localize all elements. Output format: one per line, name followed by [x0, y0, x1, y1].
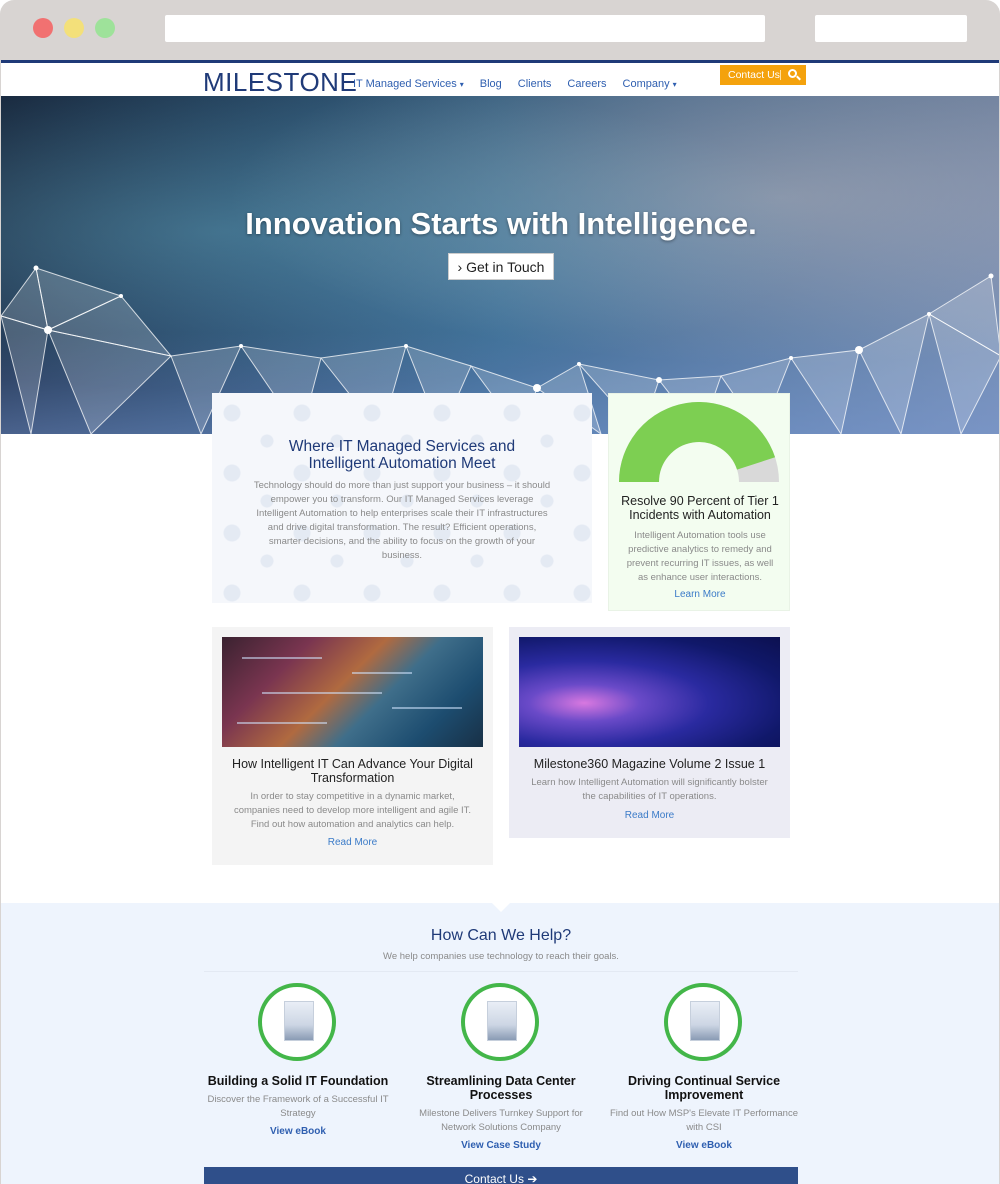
read-more-link[interactable]: Read More — [509, 810, 790, 821]
chevron-right-icon: › — [457, 259, 463, 275]
site-header: MILESTONE IT Managed Services ▾ Blog Clie… — [1, 63, 999, 98]
header-contact-button[interactable]: Contact Us — [720, 65, 806, 85]
resource-title[interactable]: Driving Continual Service Improvement — [604, 1074, 804, 1102]
address-bar[interactable] — [165, 15, 765, 42]
case-study-cover-icon — [461, 983, 539, 1061]
article-title[interactable]: Milestone360 Magazine Volume 2 Issue 1 — [519, 757, 780, 771]
view-ebook-link[interactable]: View eBook — [198, 1126, 398, 1137]
view-ebook-link[interactable]: View eBook — [604, 1140, 804, 1151]
resource-title[interactable]: Building a Solid IT Foundation — [198, 1074, 398, 1088]
article-body: In order to stay competitive in a dynami… — [233, 791, 472, 830]
learn-more-link[interactable]: Learn More — [609, 589, 791, 600]
stat-card-title: Resolve 90 Percent of Tier 1 Incidents w… — [621, 494, 779, 522]
search-icon[interactable] — [788, 69, 797, 78]
article-card[interactable]: How Intelligent IT Can Advance Your Digi… — [212, 627, 493, 865]
arrow-circle-right-icon: ➔ — [527, 1172, 538, 1184]
get-in-touch-button[interactable]: › Get in Touch — [448, 253, 554, 280]
footer-contact-button[interactable]: Contact Us ➔ — [204, 1167, 798, 1184]
resource-body: Discover the Framework of a Successful I… — [207, 1094, 389, 1119]
resource-title[interactable]: Streamlining Data Center Processes — [401, 1074, 601, 1102]
intro-heading: Where IT Managed Services and Intelligen… — [288, 438, 516, 472]
nav-careers[interactable]: Careers — [567, 78, 606, 90]
intro-block: Where IT Managed Services and Intelligen… — [212, 393, 592, 603]
maximize-window-button[interactable] — [95, 18, 115, 38]
section-notch — [491, 902, 511, 912]
article-image — [519, 637, 780, 747]
dropdown-caret-icon: ▾ — [459, 80, 464, 89]
percent-gauge — [619, 402, 779, 483]
divider — [780, 70, 781, 80]
minimize-window-button[interactable] — [64, 18, 84, 38]
dropdown-caret-icon: ▾ — [672, 80, 677, 89]
milestone-logo[interactable]: MILESTONE — [203, 67, 357, 98]
automation-stat-card: Resolve 90 Percent of Tier 1 Incidents w… — [608, 393, 790, 611]
nav-clients[interactable]: Clients — [518, 78, 552, 90]
logo-text: MILESTONE — [203, 67, 358, 97]
article-title[interactable]: How Intelligent IT Can Advance Your Digi… — [222, 757, 483, 785]
view-case-study-link[interactable]: View Case Study — [401, 1140, 601, 1151]
ebook-cover-icon — [258, 983, 336, 1061]
help-heading: How Can We Help? — [430, 927, 572, 944]
divider — [204, 971, 798, 972]
article-card[interactable]: Milestone360 Magazine Volume 2 Issue 1 L… — [509, 627, 790, 838]
browser-search-field[interactable] — [815, 15, 967, 42]
hero-title: Innovation Starts with Intelligence. — [245, 206, 757, 241]
article-body: Learn how Intelligent Automation will si… — [531, 777, 768, 802]
contact-label: Contact Us — [728, 69, 780, 81]
ebook-cover-icon — [664, 983, 742, 1061]
nav-it-managed-services[interactable]: IT Managed Services ▾ — [353, 78, 464, 90]
stat-card-body: Intelligent Automation tools use predict… — [626, 530, 774, 583]
page-viewport: MILESTONE IT Managed Services ▾ Blog Clie… — [0, 60, 1000, 1184]
article-image — [222, 637, 483, 747]
help-subheading: We help companies use technology to reac… — [383, 951, 619, 962]
resource-body: Milestone Delivers Turnkey Support for N… — [419, 1108, 583, 1133]
browser-chrome — [0, 0, 1000, 60]
help-section: How Can We Help? We help companies use t… — [1, 902, 999, 1184]
intro-body: Technology should do more than just supp… — [253, 480, 551, 561]
read-more-link[interactable]: Read More — [212, 837, 493, 848]
nav-company[interactable]: Company ▾ — [623, 78, 677, 90]
hero-banner: Innovation Starts with Intelligence. › G… — [1, 96, 999, 434]
close-window-button[interactable] — [33, 18, 53, 38]
main-nav: IT Managed Services ▾ Blog Clients Career… — [353, 78, 677, 90]
nav-blog[interactable]: Blog — [480, 78, 502, 90]
resource-body: Find out How MSP's Elevate IT Performanc… — [609, 1108, 799, 1133]
